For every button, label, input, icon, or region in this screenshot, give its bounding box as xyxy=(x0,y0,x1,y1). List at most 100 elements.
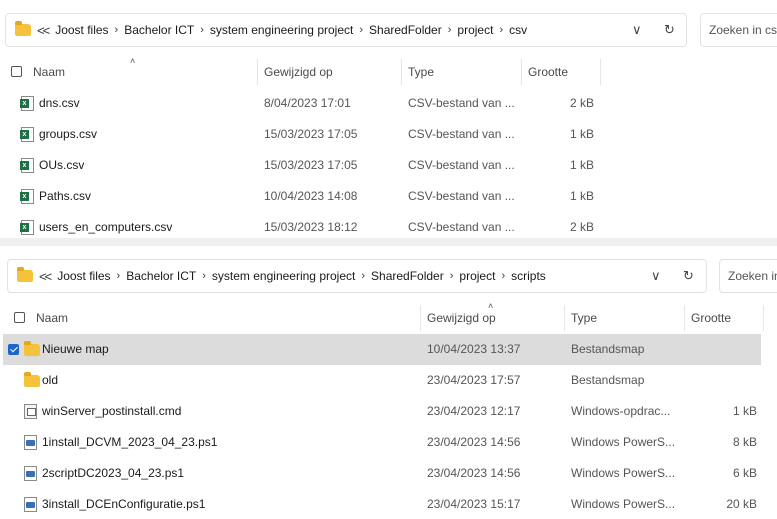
file-row[interactable]: 3install_DCEnConfiguratie.ps1 23/04/2023 … xyxy=(0,489,777,519)
breadcrumb-item[interactable]: system engineering project xyxy=(212,269,355,283)
file-type: CSV-bestand van ... xyxy=(408,127,515,141)
explorer-window-scripts: << Joost files › Bachelor ICT › system e… xyxy=(0,246,777,519)
column-divider[interactable] xyxy=(564,305,565,331)
chevron-right-icon[interactable]: › xyxy=(202,270,206,282)
breadcrumb-item[interactable]: Joost files xyxy=(57,269,110,283)
column-divider[interactable] xyxy=(684,305,685,331)
column-header-row: Naam ˄ Gewijzigd op Type Grootte xyxy=(0,301,777,331)
breadcrumb-item[interactable]: Bachelor ICT xyxy=(124,23,194,37)
file-type: CSV-bestand van ... xyxy=(408,189,515,203)
column-header-size[interactable]: Grootte xyxy=(528,59,568,85)
file-modified: 23/04/2023 14:56 xyxy=(427,435,521,449)
file-row[interactable]: Nieuwe map 10/04/2023 13:37 Bestandsmap xyxy=(3,334,761,365)
chevron-right-icon[interactable]: › xyxy=(361,270,365,282)
file-modified: 15/03/2023 18:12 xyxy=(264,220,358,234)
history-dropdown-icon[interactable]: ∨ xyxy=(651,268,661,284)
chevron-right-icon[interactable]: › xyxy=(450,270,454,282)
file-name: old xyxy=(42,373,59,387)
file-row[interactable]: winServer_postinstall.cmd 23/04/2023 12:1… xyxy=(0,396,777,427)
file-name: 1install_DCVM_2023_04_23.ps1 xyxy=(42,435,218,449)
chevron-right-icon[interactable]: › xyxy=(499,24,503,36)
breadcrumb-item[interactable]: SharedFolder xyxy=(371,269,444,283)
powershell-script-icon xyxy=(24,466,37,481)
chevron-right-icon[interactable]: › xyxy=(501,270,505,282)
column-divider[interactable] xyxy=(257,59,258,85)
search-input[interactable]: Zoeken in scripts xyxy=(719,259,777,293)
file-name: Nieuwe map xyxy=(42,342,109,356)
column-divider[interactable] xyxy=(420,305,421,331)
breadcrumb-item[interactable]: Joost files xyxy=(55,23,108,37)
file-size: 1 kB xyxy=(569,158,594,172)
address-bar[interactable]: << Joost files › Bachelor ICT › system e… xyxy=(7,259,707,293)
file-size: 8 kB xyxy=(732,435,757,449)
file-modified: 23/04/2023 14:56 xyxy=(427,466,521,480)
chevron-right-icon[interactable]: › xyxy=(200,24,204,36)
pane-divider xyxy=(0,238,777,246)
file-row[interactable]: OUs.csv 15/03/2023 17:05 CSV-bestand van .… xyxy=(0,150,777,181)
file-row[interactable]: groups.csv 15/03/2023 17:05 CSV-bestand va… xyxy=(0,119,777,150)
file-size xyxy=(697,334,757,365)
column-header-name[interactable]: Naam xyxy=(33,59,65,85)
overflow-chevron-icon[interactable]: << xyxy=(37,23,50,38)
column-divider[interactable] xyxy=(401,59,402,85)
file-size xyxy=(697,365,757,396)
column-header-type[interactable]: Type xyxy=(571,305,597,331)
chevron-right-icon[interactable]: › xyxy=(359,24,363,36)
file-size: 1 kB xyxy=(569,127,594,141)
column-divider[interactable] xyxy=(600,59,601,85)
file-type: CSV-bestand van ... xyxy=(408,158,515,172)
breadcrumb-item[interactable]: SharedFolder xyxy=(369,23,442,37)
chevron-right-icon[interactable]: › xyxy=(117,270,121,282)
select-all-checkbox[interactable] xyxy=(14,312,25,323)
file-row[interactable]: 2scriptDC2023_04_23.ps1 23/04/2023 14:56 W… xyxy=(0,458,777,489)
overflow-chevron-icon[interactable]: << xyxy=(39,269,52,284)
file-row[interactable]: Paths.csv 10/04/2023 14:08 CSV-bestand van… xyxy=(0,181,777,212)
excel-csv-icon xyxy=(20,189,34,204)
folder-icon xyxy=(17,267,33,282)
column-header-name[interactable]: Naam xyxy=(36,305,68,331)
file-name: 3install_DCEnConfiguratie.ps1 xyxy=(42,497,206,511)
breadcrumb-item[interactable]: system engineering project xyxy=(210,23,353,37)
file-modified: 23/04/2023 15:17 xyxy=(427,497,521,511)
column-header-size[interactable]: Grootte xyxy=(691,305,731,331)
column-divider[interactable] xyxy=(763,305,764,331)
file-row[interactable]: dns.csv 8/04/2023 17:01 CSV-bestand van ..… xyxy=(0,88,777,119)
address-bar[interactable]: << Joost files › Bachelor ICT › system e… xyxy=(5,13,687,47)
sort-ascending-icon: ˄ xyxy=(130,56,136,66)
excel-csv-icon xyxy=(20,127,34,142)
breadcrumb-item[interactable]: project xyxy=(459,269,495,283)
file-row[interactable]: old 23/04/2023 17:57 Bestandsmap xyxy=(0,365,777,396)
file-name: dns.csv xyxy=(39,96,80,110)
file-row[interactable]: 1install_DCVM_2023_04_23.ps1 23/04/2023 1… xyxy=(0,427,777,458)
breadcrumb-item[interactable]: project xyxy=(457,23,493,37)
column-divider[interactable] xyxy=(521,59,522,85)
file-modified: 10/04/2023 13:37 xyxy=(427,342,521,356)
search-input[interactable]: Zoeken in csv xyxy=(700,13,777,47)
breadcrumb-item[interactable]: csv xyxy=(509,23,527,37)
file-name: OUs.csv xyxy=(39,158,85,172)
excel-csv-icon xyxy=(20,220,34,235)
breadcrumb-item[interactable]: Bachelor ICT xyxy=(126,269,196,283)
powershell-script-icon xyxy=(24,435,37,450)
file-modified: 23/04/2023 12:17 xyxy=(427,404,521,418)
folder-icon xyxy=(24,341,40,356)
refresh-icon[interactable]: ↻ xyxy=(664,22,675,38)
refresh-icon[interactable]: ↻ xyxy=(683,268,694,284)
file-row[interactable]: users_en_computers.csv 15/03/2023 18:12 CS… xyxy=(0,212,777,238)
file-type: CSV-bestand van ... xyxy=(408,96,515,110)
select-all-checkbox[interactable] xyxy=(11,66,22,77)
file-name: 2scriptDC2023_04_23.ps1 xyxy=(42,466,185,480)
column-header-modified[interactable]: Gewijzigd op xyxy=(264,59,333,85)
file-size: 1 kB xyxy=(732,404,757,418)
row-checkbox[interactable] xyxy=(8,344,19,355)
file-modified: 23/04/2023 17:57 xyxy=(427,373,521,387)
file-modified: 15/03/2023 17:05 xyxy=(264,127,358,141)
explorer-window-csv: << Joost files › Bachelor ICT › system e… xyxy=(0,0,777,238)
breadcrumb-item[interactable]: scripts xyxy=(511,269,546,283)
history-dropdown-icon[interactable]: ∨ xyxy=(632,22,642,38)
chevron-right-icon[interactable]: › xyxy=(448,24,452,36)
column-header-type[interactable]: Type xyxy=(408,59,434,85)
file-name: users_en_computers.csv xyxy=(39,220,173,234)
chevron-right-icon[interactable]: › xyxy=(115,24,119,36)
column-header-modified[interactable]: Gewijzigd op xyxy=(427,305,496,331)
